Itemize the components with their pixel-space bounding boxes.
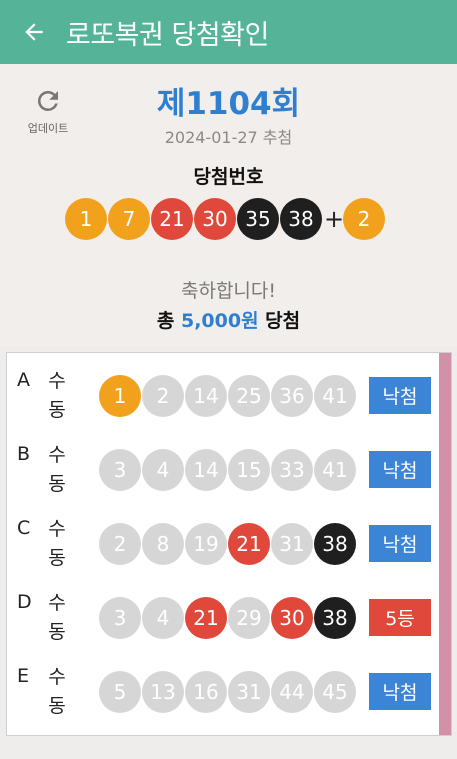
row-mode-bottom: 동 — [48, 473, 66, 495]
row-mode-top: 수 — [48, 370, 66, 392]
ticket-ball: 5 — [99, 671, 141, 713]
ticket-row: A 수 동 1 2 14 25 36 41 낙첨 — [7, 357, 437, 431]
ticket-ball: 15 — [228, 449, 270, 491]
row-mode-bottom: 동 — [48, 399, 66, 421]
ticket-ball: 33 — [271, 449, 313, 491]
row-letter: E — [17, 665, 30, 687]
row-numbers: 1 2 14 25 36 41 — [99, 375, 357, 417]
row-mode: 수동 — [45, 663, 69, 721]
ticket-ball: 3 — [99, 597, 141, 639]
congrats-text: 축하합니다! — [180, 280, 277, 302]
ticket-ball: 21 — [228, 523, 270, 565]
back-button[interactable] — [16, 14, 52, 50]
result-badge[interactable]: 낙첨 — [369, 377, 431, 414]
winning-ball: 30 — [194, 198, 236, 240]
row-mode-bottom: 동 — [48, 547, 66, 569]
row-mode-top: 수 — [48, 444, 66, 466]
row-numbers: 2 8 19 21 31 38 — [99, 523, 357, 565]
round-title: 제1104회 — [156, 86, 301, 122]
ticket-row: E 수 동 5 13 16 31 44 45 낙첨 — [7, 653, 437, 727]
ticket-ball: 19 — [185, 523, 227, 565]
row-mode: 수동 — [45, 515, 69, 573]
row-numbers: 5 13 16 31 44 45 — [99, 671, 357, 713]
app-bar: 로또복권 당첨확인 — [0, 0, 457, 64]
ticket-ball: 41 — [314, 375, 356, 417]
row-mode-top: 수 — [48, 518, 66, 540]
row-letter: C — [17, 517, 31, 539]
ticket-row: D 수 동 3 4 21 29 30 38 5등 — [7, 579, 437, 653]
result-badge[interactable]: 낙첨 — [369, 525, 431, 562]
ticket-ball: 30 — [271, 597, 313, 639]
draw-summary: 업데이트 제1104회 2024-01-27 추첨 당첨번호 1 7 21 30… — [0, 64, 457, 346]
row-mode-top: 수 — [48, 592, 66, 614]
winning-numbers: 1 7 21 30 35 38 + 2 — [65, 198, 386, 240]
bonus-ball: 2 — [343, 198, 385, 240]
result-badge[interactable]: 낙첨 — [369, 451, 431, 488]
row-letter: D — [17, 591, 32, 613]
ticket-ball: 2 — [142, 375, 184, 417]
ticket-ball: 38 — [314, 523, 356, 565]
result-badge[interactable]: 낙첨 — [369, 673, 431, 710]
plus-sign: + — [324, 205, 345, 233]
row-numbers: 3 4 21 29 30 38 — [99, 597, 357, 639]
ticket-ball: 13 — [142, 671, 184, 713]
row-mode: 수동 — [45, 589, 69, 647]
ticket-panel: A 수 동 1 2 14 25 36 41 낙첨 B 수 동 3 4 14 15 33 41 낙첨 C 수 동 2 8 19 21 3… — [6, 352, 452, 736]
ticket-ball: 14 — [185, 375, 227, 417]
winning-ball: 1 — [65, 198, 107, 240]
row-mode-bottom: 동 — [48, 621, 66, 643]
winning-ball: 35 — [237, 198, 279, 240]
ticket-ball: 31 — [271, 523, 313, 565]
ticket-ball: 14 — [185, 449, 227, 491]
total-suffix: 당첨 — [258, 310, 301, 332]
ticket-ball: 8 — [142, 523, 184, 565]
ticket-ball: 25 — [228, 375, 270, 417]
winning-ball: 7 — [108, 198, 150, 240]
draw-date: 2024-01-27 추첨 — [164, 128, 293, 147]
row-numbers: 3 4 14 15 33 41 — [99, 449, 357, 491]
row-mode-top: 수 — [48, 666, 66, 688]
ticket-ball: 44 — [271, 671, 313, 713]
ticket-ball: 4 — [142, 597, 184, 639]
ticket-ball: 3 — [99, 449, 141, 491]
row-mode: 수동 — [45, 441, 69, 499]
ticket-ball: 31 — [228, 671, 270, 713]
row-letter: B — [17, 443, 31, 465]
ticket-ball: 2 — [99, 523, 141, 565]
winning-ball: 21 — [151, 198, 193, 240]
ticket-ball: 45 — [314, 671, 356, 713]
ticket-side-bar — [439, 353, 451, 735]
ticket-row: B 수 동 3 4 14 15 33 41 낙첨 — [7, 431, 437, 505]
winning-ball: 38 — [280, 198, 322, 240]
ticket-row: C 수 동 2 8 19 21 31 38 낙첨 — [7, 505, 437, 579]
total-amount: 5,000원 — [180, 310, 259, 332]
ticket-ball: 41 — [314, 449, 356, 491]
app-title: 로또복권 당첨확인 — [66, 19, 269, 51]
winning-numbers-label: 당첨번호 — [193, 166, 264, 188]
ticket-ball: 4 — [142, 449, 184, 491]
total-prize: 총 5,000원 당첨 — [0, 306, 457, 333]
result-badge[interactable]: 5등 — [369, 599, 431, 636]
ticket-ball: 1 — [99, 375, 141, 417]
ticket-ball: 36 — [271, 375, 313, 417]
total-prefix: 총 — [156, 310, 181, 332]
ticket-ball: 29 — [228, 597, 270, 639]
ticket-ball: 38 — [314, 597, 356, 639]
row-letter: A — [17, 369, 30, 391]
row-mode-bottom: 동 — [48, 695, 66, 717]
arrow-left-icon — [25, 23, 43, 41]
ticket-ball: 16 — [185, 671, 227, 713]
ticket-ball: 21 — [185, 597, 227, 639]
row-mode: 수동 — [45, 367, 69, 425]
